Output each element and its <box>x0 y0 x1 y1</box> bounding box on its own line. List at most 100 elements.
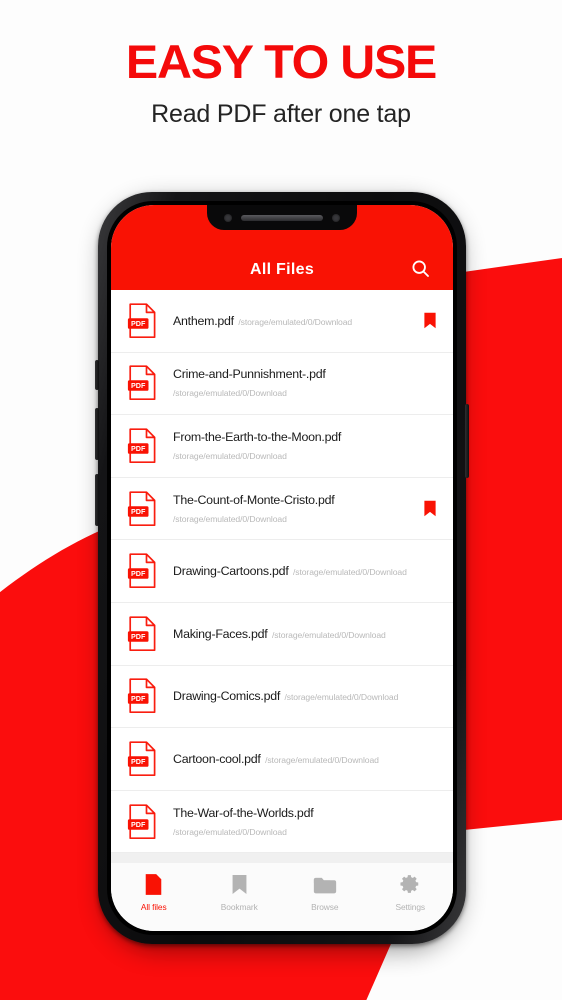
svg-text:PDF: PDF <box>131 632 146 641</box>
file-list-item[interactable]: PDF From-the-Earth-to-the-Moon.pdf /stor… <box>111 415 453 478</box>
phone-mockup: All Files PDF Anthem.pdf /storage/emulat… <box>95 192 469 950</box>
bookmark-icon <box>424 500 436 517</box>
phone-volume-down-button <box>95 474 99 526</box>
nav-item-gear[interactable]: Settings <box>368 872 454 912</box>
phone-screen: All Files PDF Anthem.pdf /storage/emulat… <box>111 205 453 931</box>
file-list-item[interactable]: PDF The-War-of-the-Worlds.pdf /storage/e… <box>111 790 453 853</box>
promo-screenshot: EASY TO USE Read PDF after one tap All F… <box>0 0 562 1000</box>
file-meta: Anthem.pdf /storage/emulated/0/Download <box>173 312 421 330</box>
file-path: /storage/emulated/0/Download <box>173 450 287 461</box>
bookmark-toggle[interactable] <box>421 812 439 832</box>
bookmark-toggle[interactable] <box>421 436 439 456</box>
file-path: /storage/emulated/0/Download <box>284 692 399 703</box>
file-list-item[interactable]: PDF Cartoon-cool.pdf /storage/emulated/0… <box>111 728 453 791</box>
phone-power-button <box>465 404 469 478</box>
file-path: /storage/emulated/0/Download <box>173 826 287 837</box>
pdf-file-icon: PDF <box>127 490 156 526</box>
nav-item-file[interactable]: All files <box>111 872 197 912</box>
file-meta: Cartoon-cool.pdf /storage/emulated/0/Dow… <box>173 750 421 768</box>
file-path: /storage/emulated/0/Download <box>271 629 386 640</box>
svg-text:PDF: PDF <box>131 819 146 828</box>
file-list-item[interactable]: PDF The-Count-of-Monte-Cristo.pdf /stora… <box>111 477 453 541</box>
bookmark-toggle[interactable] <box>421 686 439 706</box>
bookmark-toggle[interactable] <box>421 749 439 769</box>
svg-text:PDF: PDF <box>131 506 146 515</box>
pdf-file-icon: PDF <box>127 428 156 464</box>
proximity-sensor-icon <box>332 213 340 222</box>
file-name: The-War-of-the-Worlds.pdf <box>173 805 314 820</box>
file-meta: Drawing-Comics.pdf /storage/emulated/0/D… <box>173 687 421 705</box>
file-meta: From-the-Earth-to-the-Moon.pdf /storage/… <box>173 428 421 464</box>
file-list-item[interactable]: PDF Drawing-Cartoons.pdf /storage/emulat… <box>111 540 453 603</box>
svg-text:PDF: PDF <box>131 757 146 766</box>
svg-text:PDF: PDF <box>131 319 146 328</box>
phone-bezel: All Files PDF Anthem.pdf /storage/emulat… <box>107 201 457 935</box>
gear-icon <box>400 875 419 893</box>
file-icon-wrapper <box>144 872 163 896</box>
phone-volume-up-button <box>95 408 99 460</box>
svg-text:PDF: PDF <box>131 381 146 390</box>
bookmark-toggle[interactable] <box>421 499 439 519</box>
promo-headline: EASY TO USE <box>125 35 437 88</box>
nav-item-label: Browse <box>311 902 339 912</box>
file-path: /storage/emulated/0/Download <box>238 316 353 327</box>
file-name: Cartoon-cool.pdf <box>173 751 261 766</box>
file-list[interactable]: PDF Anthem.pdf /storage/emulated/0/Downl… <box>111 290 453 853</box>
file-meta: The-War-of-the-Worlds.pdf /storage/emula… <box>173 804 421 840</box>
pdf-file-icon: PDF <box>127 303 156 338</box>
file-name: Crime-and-Punnishment-.pdf <box>173 367 326 382</box>
gear-icon-wrapper <box>399 872 421 896</box>
pdf-file-icon-wrapper: PDF <box>127 616 158 652</box>
file-list-item[interactable]: PDF Crime-and-Punnishment-.pdf /storage/… <box>111 352 453 416</box>
bookmark-toggle[interactable] <box>421 624 439 644</box>
file-meta: Drawing-Cartoons.pdf /storage/emulated/0… <box>173 562 421 580</box>
promo-text-block: EASY TO USE Read PDF after one tap <box>0 38 562 129</box>
file-path: /storage/emulated/0/Download <box>265 754 379 765</box>
nav-item-label: All files <box>140 902 167 912</box>
file-list-item[interactable]: PDF Making-Faces.pdf /storage/emulated/0… <box>111 602 453 666</box>
svg-text:PDF: PDF <box>131 444 146 453</box>
file-list-item[interactable]: PDF Drawing-Comics.pdf /storage/emulated… <box>111 665 453 729</box>
search-button[interactable] <box>404 252 436 284</box>
pdf-file-icon: PDF <box>127 553 156 589</box>
search-icon <box>411 259 429 277</box>
nav-item-label: Bookmark <box>220 902 258 912</box>
file-name: Drawing-Cartoons.pdf <box>173 564 289 579</box>
pdf-file-icon-wrapper: PDF <box>127 365 158 401</box>
nav-divider <box>111 853 453 863</box>
bookmark-toggle[interactable] <box>421 311 439 331</box>
file-meta: Crime-and-Punnishment-.pdf /storage/emul… <box>173 365 421 401</box>
pdf-file-icon-wrapper: PDF <box>127 303 158 339</box>
pdf-file-icon: PDF <box>127 741 156 777</box>
bottom-navigation[interactable]: All files Bookmark Browse Settings <box>111 863 453 931</box>
nav-item-bookmark[interactable]: Bookmark <box>197 872 283 912</box>
file-name: Anthem.pdf <box>173 313 234 328</box>
file-icon <box>145 873 162 895</box>
file-list-item[interactable]: PDF Anthem.pdf /storage/emulated/0/Downl… <box>111 290 453 353</box>
pdf-file-icon-wrapper: PDF <box>127 803 158 840</box>
nav-item-folder[interactable]: Browse <box>282 872 368 912</box>
phone-notch <box>207 205 357 230</box>
file-path: /storage/emulated/0/Download <box>173 388 287 399</box>
bookmark-toggle[interactable] <box>421 373 439 393</box>
file-name: Making-Faces.pdf <box>173 626 268 641</box>
phone-frame: All Files PDF Anthem.pdf /storage/emulat… <box>95 192 469 944</box>
pdf-file-icon: PDF <box>127 616 156 651</box>
promo-subheadline: Read PDF after one tap <box>151 99 411 128</box>
pdf-file-icon-wrapper: PDF <box>127 428 158 464</box>
folder-icon <box>313 877 336 893</box>
phone-mute-switch <box>95 360 99 390</box>
earpiece-speaker <box>241 214 323 221</box>
front-camera-icon <box>224 213 232 222</box>
pdf-file-icon: PDF <box>127 678 156 714</box>
bookmark-icon <box>232 874 247 894</box>
pdf-file-icon-wrapper: PDF <box>127 741 158 777</box>
svg-text:PDF: PDF <box>131 694 146 703</box>
page-title: All Files <box>249 261 315 278</box>
bookmark-toggle[interactable] <box>421 561 439 581</box>
file-name: From-the-Earth-to-the-Moon.pdf <box>173 429 342 444</box>
folder-icon-wrapper <box>313 872 337 896</box>
file-name: Drawing-Comics.pdf <box>173 689 281 704</box>
file-name: The-Count-of-Monte-Cristo.pdf <box>173 492 335 507</box>
file-path: /storage/emulated/0/Download <box>173 513 287 524</box>
